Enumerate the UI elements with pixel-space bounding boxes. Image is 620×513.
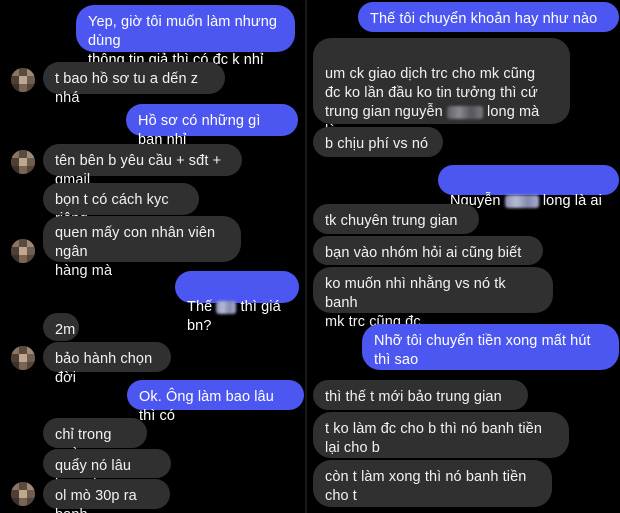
contact-avatar-blurred[interactable] (11, 68, 35, 92)
contact-avatar-blurred[interactable] (11, 482, 35, 506)
message-text-end: long là ai (538, 193, 602, 209)
incoming-message[interactable]: b chịu phí vs nó (313, 127, 443, 157)
incoming-message[interactable]: còn t làm xong thì nó banh tiền cho t (313, 460, 552, 507)
incoming-message[interactable]: um ck giao dịch trc cho mk cũng đc ko lầ… (313, 38, 570, 139)
outgoing-message[interactable]: Thế tôi chuyển khoản hay như nào (358, 2, 619, 32)
incoming-message[interactable]: bọn t có cách kyc riêng (43, 183, 199, 227)
outgoing-message[interactable]: Ok. Ông làm bao lâu thì có (127, 380, 304, 424)
redacted-text (504, 194, 539, 208)
incoming-message[interactable]: quen mấy con nhân viên ngân hàng mà (43, 216, 241, 279)
contact-avatar-blurred[interactable] (11, 239, 35, 263)
incoming-message[interactable]: ko muốn nhì nhằng vs nó tk banh mk trc c… (313, 267, 553, 330)
incoming-message[interactable]: t ko làm đc cho b thì nó banh tiền lại c… (313, 412, 569, 458)
outgoing-message[interactable]: Yep, giờ tôi muốn làm nhưng dùng thông t… (76, 5, 295, 68)
redacted-text (216, 300, 237, 314)
incoming-message[interactable]: t bao hồ sơ tu a dến z nhá (43, 62, 225, 106)
message-text-start: Thế (187, 299, 217, 315)
incoming-message[interactable]: thì thế t mới bảo trung gian (313, 380, 528, 410)
contact-avatar-blurred[interactable] (11, 346, 35, 370)
incoming-message[interactable]: tên bên b yêu cầu + sđt + gmail (43, 144, 242, 188)
redacted-text (446, 105, 483, 119)
incoming-message[interactable]: 2m (43, 313, 79, 341)
outgoing-message[interactable]: Hồ sơ có những gì bạn nhỉ (126, 104, 298, 148)
incoming-message[interactable]: chỉ trong ngày (43, 418, 147, 462)
incoming-message[interactable]: bảo hành chọn đời (43, 342, 171, 386)
incoming-message[interactable]: tk chuyên trung gian (313, 204, 479, 234)
outgoing-message[interactable]: Thế thì giá bn? (175, 271, 299, 334)
right-chat-screenshot: Thế tôi chuyển khoản hay như nào um ck g… (307, 0, 620, 513)
outgoing-message[interactable]: Nhỡ tôi chuyển tiền xong mất hút thì sao (362, 324, 619, 370)
incoming-message[interactable]: bạn vào nhóm hỏi ai cũng biết (313, 236, 543, 265)
outgoing-message[interactable]: Nguyễn long là ai (438, 165, 619, 209)
left-chat-screenshot: Yep, giờ tôi muốn làm nhưng dùng thông t… (0, 0, 305, 513)
incoming-message[interactable]: quẩy nó lâu hơn ol (43, 449, 171, 493)
incoming-message[interactable]: ol mò 30p ra banh (43, 479, 170, 513)
contact-avatar-blurred[interactable] (11, 150, 35, 174)
